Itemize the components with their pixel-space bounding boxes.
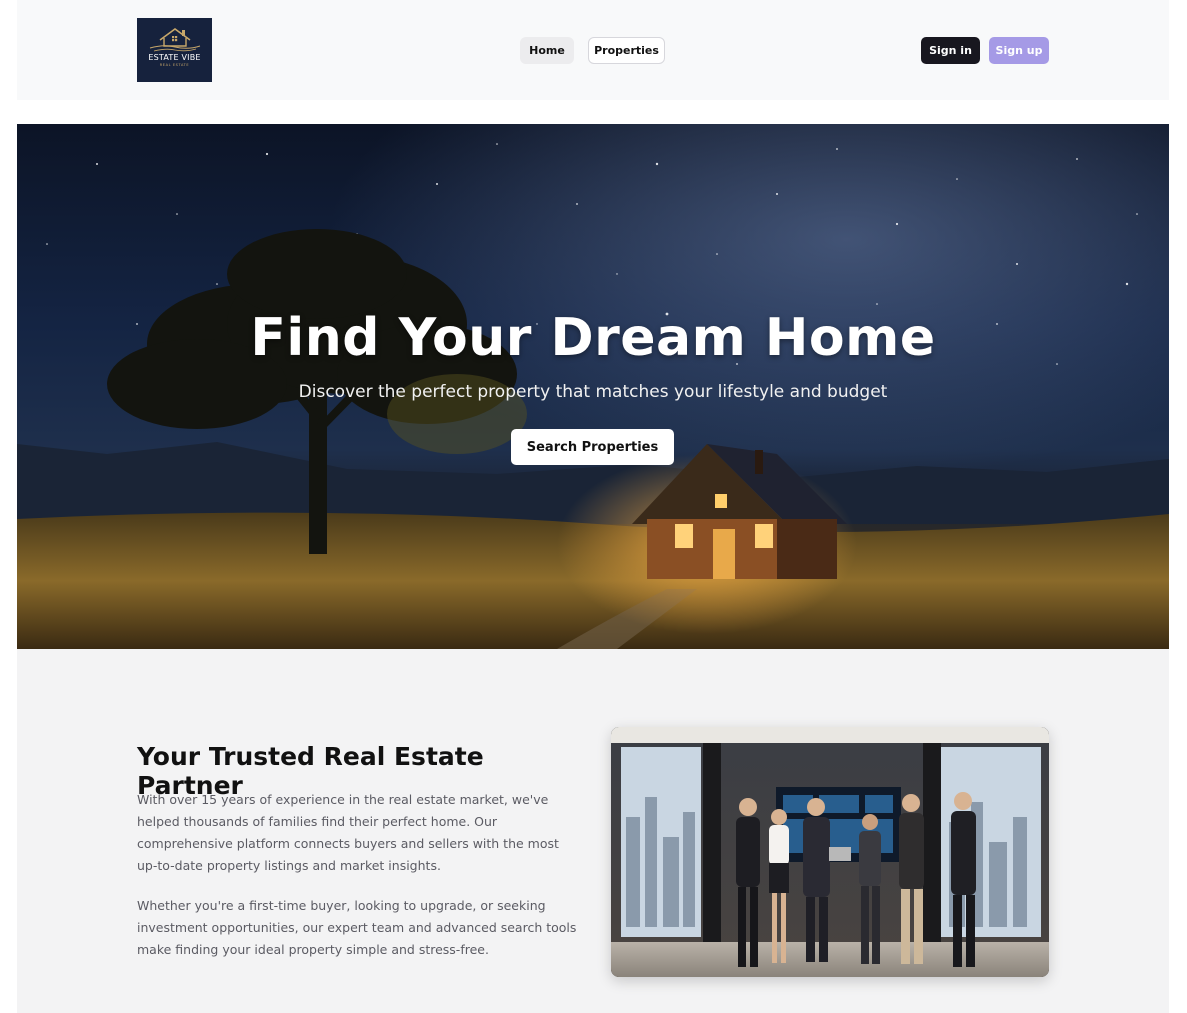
team-meeting-photo [611, 727, 1049, 977]
logo-subtitle: REAL ESTATE [159, 63, 190, 67]
hero-subtitle: Discover the perfect property that match… [298, 382, 888, 402]
about-paragraph-1: With over 15 years of experience in the … [137, 792, 559, 873]
logo-title: ESTATE VIBE [148, 53, 201, 62]
nav-home-button[interactable]: Home [520, 37, 574, 64]
site-header: ESTATE VIBE REAL ESTATE Home Properties … [17, 0, 1169, 100]
nav-properties-button[interactable]: Properties [588, 37, 665, 64]
sign-up-button[interactable]: Sign up [989, 37, 1049, 64]
about-paragraph-2: Whether you're a first-time buyer, looki… [137, 898, 577, 957]
house-logo-icon [149, 28, 200, 52]
sign-in-button[interactable]: Sign in [921, 37, 980, 64]
hero-section: Find Your Dream Home Discover the perfec… [17, 124, 1169, 649]
brand-logo[interactable]: ESTATE VIBE REAL ESTATE [137, 18, 212, 82]
about-section: Your Trusted Real Estate Partner With ov… [17, 649, 1169, 1013]
search-properties-button[interactable]: Search Properties [511, 429, 674, 465]
hero-title: Find Your Dream Home [250, 308, 936, 368]
